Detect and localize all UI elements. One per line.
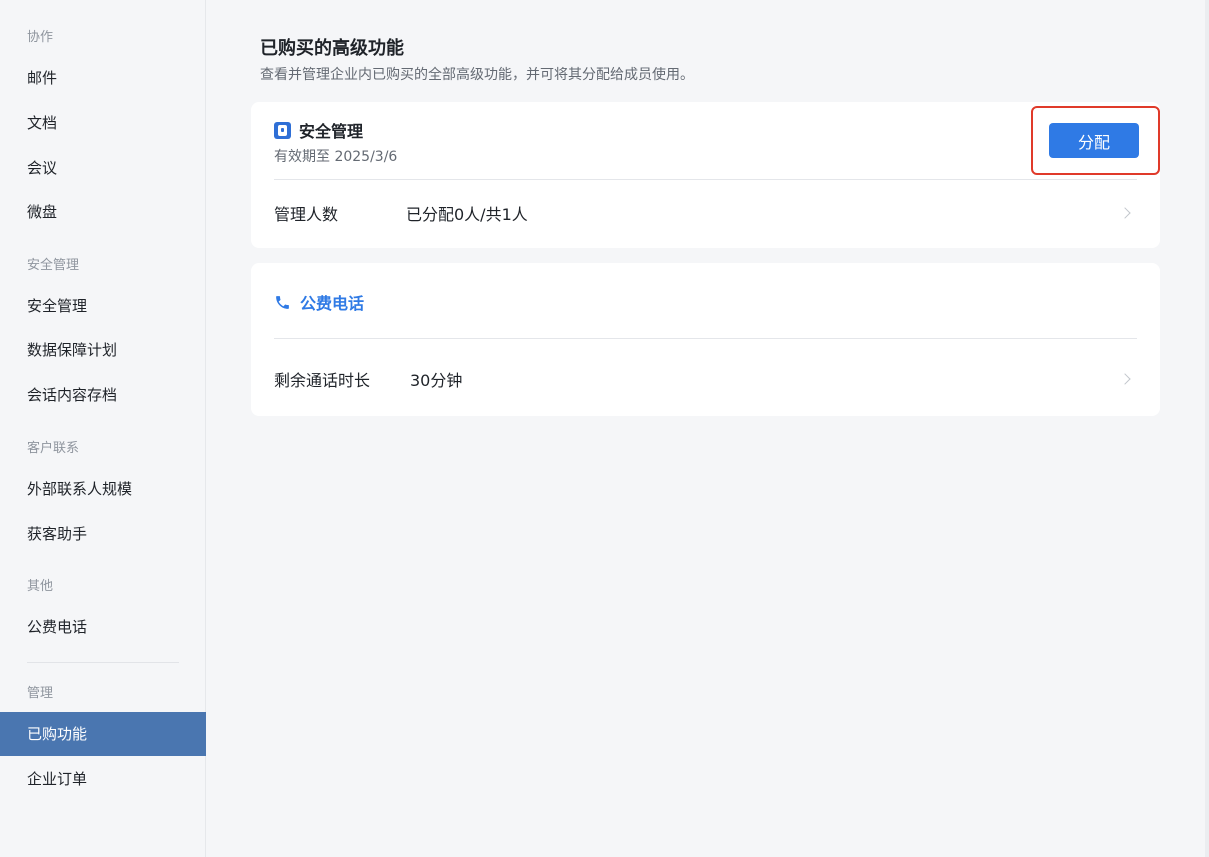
- sidebar-group-collab: 协作: [27, 30, 54, 45]
- sidebar-item-acquisition[interactable]: 获客助手: [0, 512, 206, 556]
- row-divider: [274, 179, 1137, 180]
- assign-button[interactable]: 分配: [1049, 123, 1139, 158]
- sidebar-item-external-contacts[interactable]: 外部联系人规模: [0, 467, 206, 511]
- sidebar-item-data-plan[interactable]: 数据保障计划: [0, 328, 206, 372]
- sidebar-item-security-management[interactable]: 安全管理: [0, 284, 206, 328]
- sidebar-item-public-phone[interactable]: 公费电话: [0, 605, 206, 649]
- sidebar-group-customer: 客户联系: [27, 441, 80, 456]
- page-subtitle: 查看并管理企业内已购买的全部高级功能，并可将其分配给成员使用。: [260, 67, 694, 83]
- sidebar-item-purchased[interactable]: 已购功能: [0, 712, 206, 756]
- chevron-right-icon: [1119, 373, 1131, 385]
- manager-count-label: 管理人数: [274, 205, 339, 224]
- main-content: 已购买的高级功能 查看并管理企业内已购买的全部高级功能，并可将其分配给成员使用。…: [206, 0, 1209, 857]
- sidebar-group-security: 安全管理: [27, 258, 80, 273]
- sidebar-item-meeting[interactable]: 会议: [0, 146, 206, 190]
- sidebar-group-manage: 管理: [27, 686, 54, 701]
- security-feature-header: 安全管理: [274, 118, 363, 142]
- public-phone-title: 公费电话: [300, 294, 365, 313]
- sidebar: 协作 邮件 文档 会议 微盘 安全管理 安全管理 数据保障计划 会话内容存档 客…: [0, 0, 206, 857]
- sidebar-item-drive[interactable]: 微盘: [0, 190, 206, 234]
- sidebar-item-orders[interactable]: 企业订单: [0, 757, 206, 801]
- sidebar-item-chat-archive[interactable]: 会话内容存档: [0, 373, 206, 417]
- public-phone-card: 公费电话 剩余通话时长 30分钟: [251, 263, 1160, 416]
- row-divider: [274, 338, 1137, 339]
- phone-icon: [276, 295, 289, 309]
- remaining-call-time-row[interactable]: 剩余通话时长 30分钟: [274, 366, 1137, 392]
- security-feature-title: 安全管理: [299, 122, 364, 141]
- sidebar-item-docs[interactable]: 文档: [0, 101, 206, 145]
- manager-count-value: 已分配0人/共1人: [406, 205, 528, 224]
- sidebar-group-other: 其他: [27, 579, 54, 594]
- sidebar-item-mail[interactable]: 邮件: [0, 56, 206, 100]
- remaining-call-time-label: 剩余通话时长: [274, 371, 371, 390]
- page-title: 已购买的高级功能: [260, 38, 404, 59]
- security-shield-icon: [274, 121, 291, 139]
- app-window: 协作 邮件 文档 会议 微盘 安全管理 安全管理 数据保障计划 会话内容存档 客…: [0, 0, 1209, 857]
- window-right-edge: [1205, 0, 1209, 857]
- security-feature-expiry: 有效期至 2025/3/6: [274, 149, 398, 165]
- public-phone-header: 公费电话: [274, 290, 364, 314]
- manager-count-row[interactable]: 管理人数 已分配0人/共1人: [274, 200, 1137, 226]
- remaining-call-time-value: 30分钟: [410, 371, 463, 390]
- sidebar-divider: [27, 662, 179, 663]
- assign-button-highlight: 分配: [1031, 106, 1160, 175]
- chevron-right-icon: [1119, 207, 1131, 219]
- security-feature-card: 安全管理 有效期至 2025/3/6 分配 管理人数 已分配0人/共1人: [251, 102, 1160, 248]
